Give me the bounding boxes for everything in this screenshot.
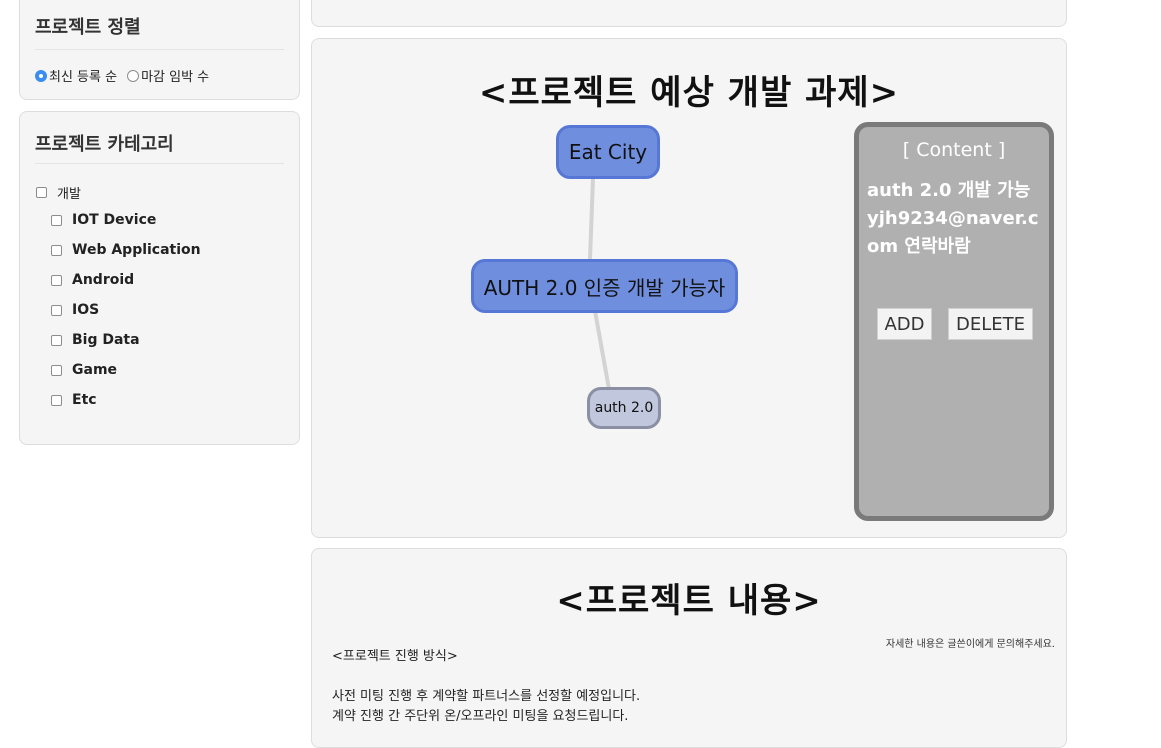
radio-icon[interactable]	[127, 69, 140, 82]
checkbox-icon[interactable]	[51, 214, 62, 226]
divider	[35, 163, 284, 164]
add-button[interactable]: ADD	[877, 308, 932, 340]
inquiry-note: 자세한 내용은 글쓴이에게 문의해주세요.	[885, 639, 1055, 650]
category-item-web[interactable]: Web Application	[51, 242, 201, 258]
category-item-etc[interactable]: Etc	[51, 392, 97, 408]
task-graph-panel: <프로젝트 예상 개발 과제> Eat City AUTH 2.0 인증 개발 …	[311, 38, 1067, 538]
category-panel: 프로젝트 카테고리 개발 IOT Device Web Application …	[19, 111, 300, 445]
checkbox-icon[interactable]	[36, 187, 47, 198]
category-item-label: Game	[72, 362, 118, 378]
graph-node-label: auth 2.0	[594, 400, 654, 416]
sort-title: 프로젝트 정렬	[35, 17, 141, 38]
sort-option-deadline-label: 마감 임박 수	[141, 70, 210, 85]
graph-node-root[interactable]: Eat City	[556, 125, 660, 179]
sort-option-deadline[interactable]: 마감 임박 수	[127, 66, 209, 85]
graph-edge	[593, 310, 611, 390]
content-card: [ Content ] auth 2.0 개발 가능 yjh9234@naver…	[854, 122, 1054, 521]
checkbox-icon[interactable]	[51, 364, 62, 376]
category-item-game[interactable]: Game	[51, 362, 117, 378]
category-item-bigdata[interactable]: Big Data	[51, 332, 140, 348]
description-line: 사전 미팅 진행 후 계약할 파트너스를 선정할 예정입니다.	[332, 689, 641, 704]
category-item-label: IOS	[72, 302, 100, 318]
sort-option-latest-label: 최신 등록 순	[49, 70, 118, 85]
description-line: 계약 진행 간 주단위 온/오프라인 미팅을 요청드립니다.	[332, 709, 629, 724]
category-dev[interactable]: 개발	[36, 183, 81, 202]
content-card-text: auth 2.0 개발 가능 yjh9234@naver.com 연락바람	[867, 180, 1039, 257]
category-dev-label: 개발	[57, 187, 81, 202]
checkbox-icon[interactable]	[51, 244, 62, 256]
project-summary-panel	[311, 0, 1067, 27]
description-line	[332, 667, 640, 687]
checkbox-icon[interactable]	[51, 394, 62, 406]
description-line: <프로젝트 진행 방식>	[332, 649, 458, 664]
category-item-label: Etc	[72, 392, 97, 408]
checkbox-icon[interactable]	[51, 304, 62, 316]
content-card-title: [ Content ]	[902, 139, 1006, 161]
category-item-label: Android	[72, 272, 135, 288]
divider	[35, 49, 284, 50]
project-description: <프로젝트 진행 방식> 사전 미팅 진행 후 계약할 파트너스를 선정할 예정…	[332, 647, 640, 727]
sort-options: 최신 등록 순 마감 임박 수	[35, 66, 219, 85]
graph-node-label: Eat City	[568, 140, 648, 164]
graph-node-leaf[interactable]: auth 2.0	[587, 387, 661, 429]
project-content-panel: <프로젝트 내용> 자세한 내용은 글쓴이에게 문의해주세요. <프로젝트 진행…	[311, 548, 1067, 748]
sort-panel: 프로젝트 정렬 최신 등록 순 마감 임박 수	[19, 0, 300, 100]
category-item-iot[interactable]: IOT Device	[51, 212, 156, 228]
checkbox-icon[interactable]	[51, 274, 62, 286]
delete-button[interactable]: DELETE	[948, 308, 1033, 340]
category-item-label: Big Data	[72, 332, 140, 348]
category-item-ios[interactable]: IOS	[51, 302, 99, 318]
category-item-label: Web Application	[72, 242, 201, 258]
radio-checked-icon[interactable]	[35, 69, 47, 82]
graph-node-label: AUTH 2.0 인증 개발 가능자	[483, 275, 726, 300]
category-title: 프로젝트 카테고리	[35, 134, 174, 155]
category-item-android[interactable]: Android	[51, 272, 134, 288]
sort-option-latest[interactable]: 최신 등록 순	[35, 66, 117, 85]
graph-node-task[interactable]: AUTH 2.0 인증 개발 가능자	[471, 259, 738, 313]
graph-edge	[588, 177, 595, 260]
project-content-title: <프로젝트 내용>	[556, 581, 822, 621]
checkbox-icon[interactable]	[51, 334, 62, 346]
category-item-label: IOT Device	[72, 212, 157, 228]
